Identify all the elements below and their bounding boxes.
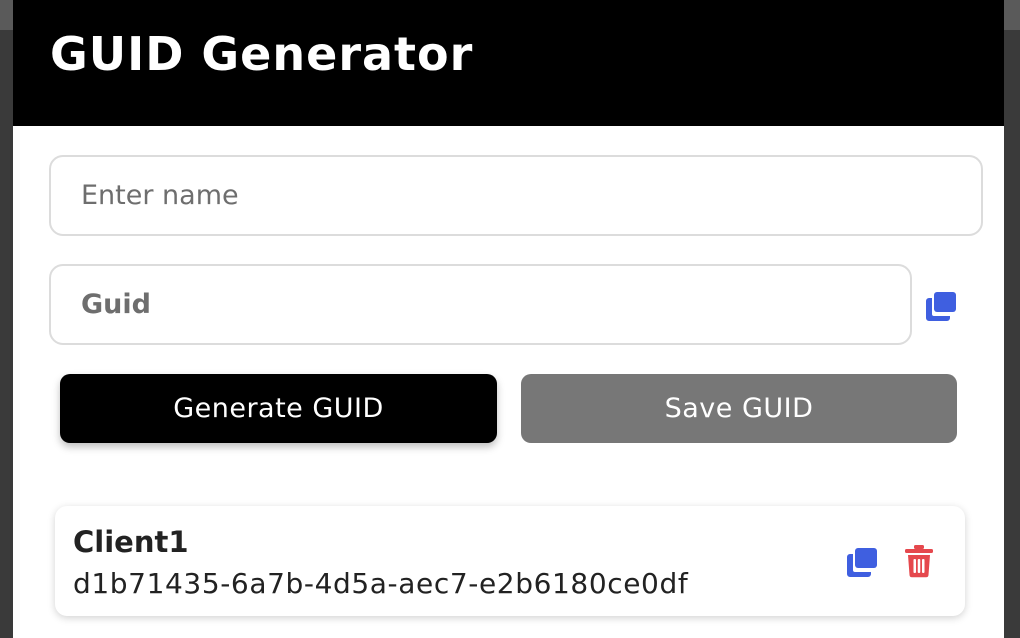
generate-guid-button[interactable]: Generate GUID (60, 374, 497, 443)
save-guid-button[interactable]: Save GUID (521, 374, 957, 443)
app-title: GUID Generator (50, 27, 474, 81)
saved-guid-name: Client1 (73, 525, 189, 559)
guid-generator-popup: GUID Generator Generate GUID Save GUID C… (13, 0, 1004, 638)
saved-guid-value: d1b71435-6a7b-4d5a-aec7-e2b6180ce0df (73, 567, 689, 600)
copy-icon[interactable] (845, 546, 879, 578)
copy-icon[interactable] (924, 290, 958, 322)
guid-input[interactable] (49, 264, 912, 345)
saved-guid-item: Client1 d1b71435-6a7b-4d5a-aec7-e2b6180c… (55, 506, 965, 616)
trash-icon[interactable] (903, 544, 935, 578)
generate-guid-label: Generate GUID (173, 393, 384, 424)
save-guid-label: Save GUID (664, 393, 814, 424)
header-bar: GUID Generator (13, 0, 1004, 126)
name-input[interactable] (49, 155, 983, 236)
